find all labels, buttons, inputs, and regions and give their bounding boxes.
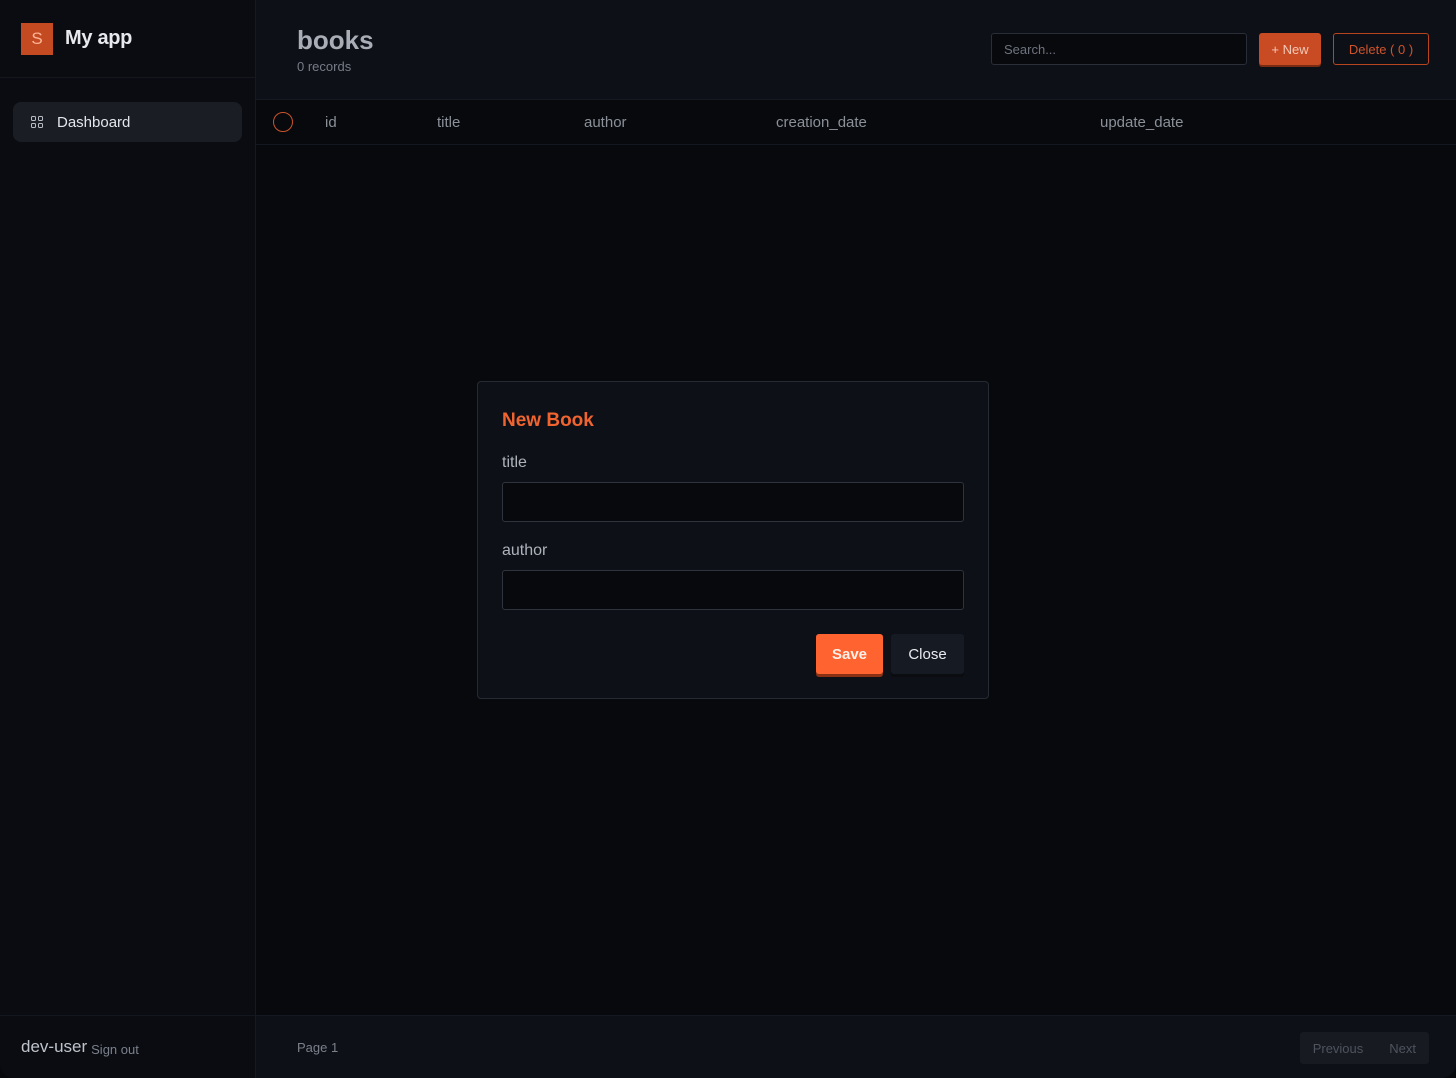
- author-input[interactable]: [502, 570, 964, 610]
- search-input[interactable]: [991, 33, 1247, 65]
- page-number: Page 1: [297, 1040, 339, 1055]
- sidebar-item-dashboard[interactable]: Dashboard: [13, 102, 242, 142]
- page-header: books 0 records + New Delete ( 0 ): [256, 0, 1456, 100]
- column-header-title[interactable]: title: [437, 114, 460, 131]
- next-button[interactable]: Next: [1376, 1032, 1429, 1064]
- save-button[interactable]: Save: [816, 634, 883, 674]
- user-panel: dev-user Sign out: [0, 1015, 255, 1078]
- column-header-update-date[interactable]: update_date: [1100, 114, 1183, 131]
- new-button[interactable]: + New: [1259, 33, 1321, 65]
- sidebar-item-label: Dashboard: [57, 113, 131, 131]
- title-field-label: title: [502, 454, 527, 471]
- author-field-label: author: [502, 542, 548, 559]
- record-count: 0 records: [297, 59, 352, 74]
- sidebar: S My app Dashboard dev-user Sign out: [0, 0, 256, 1078]
- brand-name: My app: [65, 27, 133, 49]
- column-header-id[interactable]: id: [325, 114, 337, 131]
- previous-button[interactable]: Previous: [1300, 1032, 1377, 1064]
- sign-out-link[interactable]: Sign out: [91, 1042, 139, 1057]
- new-book-dialog: New Book title author Save Close: [477, 381, 989, 699]
- brand-logo: S: [21, 22, 53, 55]
- title-input[interactable]: [502, 482, 964, 522]
- pager: Previous Next: [1299, 1032, 1429, 1064]
- column-header-creation-date[interactable]: creation_date: [776, 114, 867, 131]
- dialog-title: New Book: [502, 410, 594, 431]
- close-button[interactable]: Close: [891, 634, 964, 674]
- page-title: books: [297, 25, 374, 55]
- grid-icon: [31, 116, 43, 128]
- pagination-bar: Page 1 Previous Next: [256, 1015, 1456, 1078]
- user-name: dev-user: [21, 1037, 88, 1056]
- select-all-checkbox[interactable]: [273, 112, 293, 132]
- sidebar-nav: Dashboard: [0, 78, 255, 142]
- app-window: S My app Dashboard dev-user Sign out boo…: [0, 0, 1456, 1078]
- delete-button[interactable]: Delete ( 0 ): [1333, 33, 1429, 65]
- column-header-author[interactable]: author: [584, 114, 627, 131]
- table-header: id title author creation_date update_dat…: [256, 100, 1456, 145]
- brand: S My app: [0, 0, 255, 78]
